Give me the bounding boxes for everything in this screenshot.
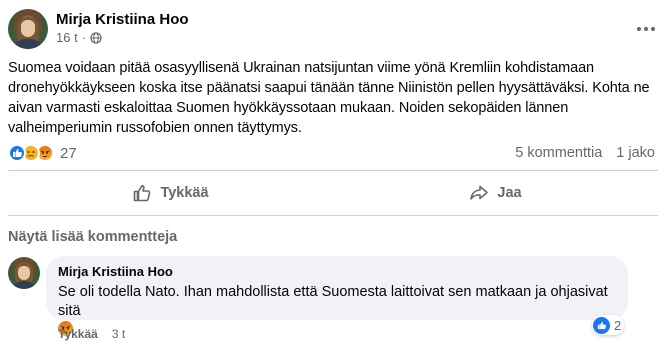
author-avatar[interactable]	[8, 9, 48, 49]
globe-icon	[90, 31, 102, 44]
comment-timestamp[interactable]: 3 t	[112, 327, 125, 341]
comment-text-body: Se oli todella Nato. Ihan mahdollista et…	[58, 284, 608, 319]
comment-bubble: Mirja Kristiina Hoo Se oli todella Nato.…	[46, 256, 628, 336]
comment-actions: Tykkää 3 t	[58, 327, 125, 341]
reaction-count[interactable]: 27	[60, 145, 77, 162]
post-timestamp[interactable]: 16 t	[56, 30, 78, 45]
comment-count[interactable]: 5 kommenttia	[515, 145, 602, 161]
share-arrow-icon	[470, 185, 489, 200]
divider	[8, 215, 658, 216]
like-reaction-icon	[8, 144, 26, 162]
thumbs-up-icon	[134, 184, 151, 202]
post-meta: 16 t ·	[56, 30, 102, 45]
comment-author[interactable]: Mirja Kristiina Hoo	[58, 264, 616, 279]
author-name[interactable]: Mirja Kristiina Hoo	[56, 11, 189, 28]
share-count[interactable]: 1 jako	[616, 145, 655, 161]
like-reaction-icon	[593, 316, 610, 334]
share-button[interactable]: Jaa	[333, 175, 658, 211]
comment-reaction-count: 2	[614, 317, 622, 333]
comment-like-button[interactable]: Tykkää	[58, 327, 98, 341]
post-action-bar: Tykkää Jaa	[8, 175, 658, 211]
post-text: Suomea voidaan pitää osasyyllisenä Ukrai…	[8, 60, 650, 136]
more-comments-link[interactable]: Näytä lisää kommentteja	[8, 229, 177, 245]
post-header: Mirja Kristiina Hoo 16 t ·	[8, 9, 658, 49]
engagement-counts: 5 kommenttia 1 jako	[515, 145, 655, 161]
more-options-icon[interactable]	[634, 17, 658, 41]
post-reactions[interactable]: 27	[8, 143, 77, 163]
like-button[interactable]: Tykkää	[8, 175, 333, 211]
share-button-label: Jaa	[497, 185, 522, 201]
comment-text: Se oli todella Nato. Ihan mahdollista et…	[58, 283, 616, 340]
divider	[8, 170, 658, 171]
like-button-label: Tykkää	[160, 185, 209, 201]
comment-reactions[interactable]: 2	[592, 315, 625, 335]
commenter-avatar[interactable]	[8, 257, 40, 289]
